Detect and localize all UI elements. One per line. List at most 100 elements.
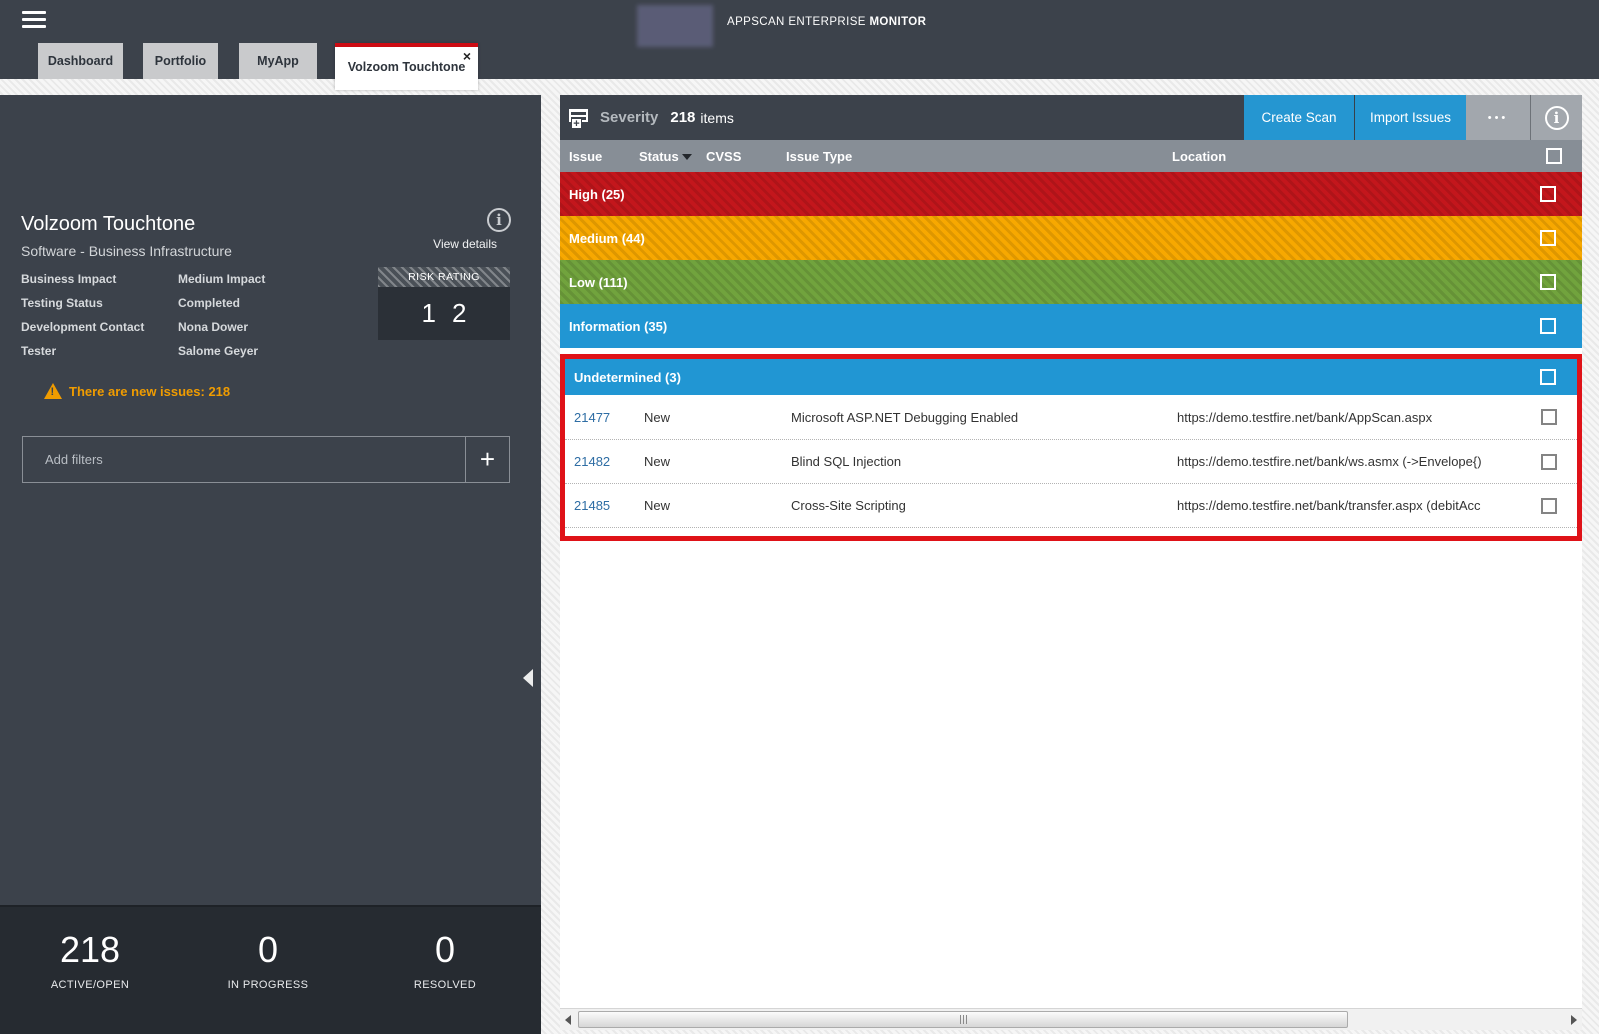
tab-myapp[interactable]: MyApp (239, 43, 317, 79)
field-value: Completed (178, 296, 240, 310)
group-checkbox[interactable] (1540, 274, 1556, 290)
issue-type: Microsoft ASP.NET Debugging Enabled (791, 410, 1177, 425)
row-checkbox[interactable] (1541, 454, 1557, 470)
tab-label: Volzoom Touchtone (348, 60, 466, 74)
risk-rating-value: 2 (452, 298, 466, 329)
application-detail-panel: Volzoom Touchtone Software - Business In… (0, 95, 541, 1034)
app-title-normal: APPSCAN ENTERPRISE (727, 16, 866, 28)
app-logo (637, 5, 713, 47)
row-checkbox[interactable] (1541, 498, 1557, 514)
issues-panel-header: + Severity 218 items Create Scan Import … (560, 95, 1582, 140)
tab-volzoom-touchtone[interactable]: Volzoom Touchtone × (335, 43, 478, 90)
field-value: Medium Impact (178, 272, 265, 286)
warning-text: There are new issues: 218 (69, 384, 230, 399)
selected-group-undetermined: Undetermined (3) 21477 New Microsoft ASP… (560, 354, 1582, 541)
issue-location: https://demo.testfire.net/bank/transfer.… (1177, 498, 1521, 513)
field-value: Salome Geyer (178, 344, 258, 358)
issue-status: New (644, 410, 711, 425)
field-tester: Tester Salome Geyer (21, 344, 361, 358)
selected-group-footer (565, 527, 1577, 536)
field-label: Tester (21, 344, 178, 358)
issue-row[interactable]: 21485 New Cross-Site Scripting https://d… (565, 483, 1577, 527)
issue-row[interactable]: 21482 New Blind SQL Injection https://de… (565, 439, 1577, 483)
items-count: 218 (670, 109, 695, 126)
issue-row[interactable]: 21477 New Microsoft ASP.NET Debugging En… (565, 395, 1577, 439)
application-title: Volzoom Touchtone (21, 213, 195, 236)
severity-group-label: Low (111) (569, 275, 628, 290)
field-business-impact: Business Impact Medium Impact (21, 272, 361, 286)
create-scan-button[interactable]: Create Scan (1244, 95, 1354, 140)
column-status[interactable]: Status (639, 149, 706, 164)
group-by-icon[interactable]: + (569, 108, 589, 128)
column-cvss[interactable]: CVSS (706, 149, 786, 164)
row-checkbox[interactable] (1541, 409, 1557, 425)
tab-dashboard[interactable]: Dashboard (38, 43, 123, 79)
risk-rating-label: RISK RATING (378, 267, 510, 287)
plus-icon: + (480, 444, 495, 475)
overflow-menu-button[interactable]: ••• (1466, 95, 1530, 140)
group-by-title[interactable]: Severity (600, 109, 658, 126)
group-checkbox[interactable] (1540, 318, 1556, 334)
group-checkbox[interactable] (1540, 369, 1556, 385)
app-title-bold: MONITOR (869, 16, 926, 28)
issue-id-link[interactable]: 21482 (574, 454, 644, 469)
collapse-panel-arrow-icon[interactable] (523, 669, 533, 687)
field-label: Testing Status (21, 296, 178, 310)
view-details-link[interactable]: View details (433, 237, 497, 251)
application-subtitle: Software - Business Infrastructure (21, 243, 232, 259)
severity-group-undetermined[interactable]: Undetermined (3) (565, 359, 1577, 395)
sort-descending-icon (682, 154, 692, 160)
severity-group-high[interactable]: High (25) (560, 172, 1582, 216)
scroll-right-arrow[interactable] (1566, 1009, 1582, 1031)
column-issue[interactable]: Issue (569, 149, 639, 164)
tab-close-button[interactable]: × (463, 49, 471, 63)
severity-group-label: Information (35) (569, 319, 667, 334)
group-checkbox[interactable] (1540, 230, 1556, 246)
severity-group-label: High (25) (569, 187, 625, 202)
column-location[interactable]: Location (1172, 149, 1526, 164)
issue-type: Blind SQL Injection (791, 454, 1177, 469)
issue-location: https://demo.testfire.net/bank/AppScan.a… (1177, 410, 1521, 425)
app-title: APPSCAN ENTERPRISE MONITOR (727, 16, 926, 28)
filter-box: + (22, 436, 510, 483)
horizontal-scrollbar[interactable] (560, 1008, 1582, 1030)
stat-value: 0 (178, 929, 358, 971)
add-filter-button[interactable]: + (465, 437, 509, 482)
severity-group-low[interactable]: Low (111) (560, 260, 1582, 304)
field-label: Development Contact (21, 320, 178, 334)
items-count-suffix: items (700, 110, 733, 126)
scroll-left-arrow[interactable] (560, 1009, 576, 1031)
severity-group-label: Medium (44) (569, 231, 645, 246)
severity-group-medium[interactable]: Medium (44) (560, 216, 1582, 260)
group-checkbox[interactable] (1540, 186, 1556, 202)
issue-id-link[interactable]: 21485 (574, 498, 644, 513)
scrollbar-thumb[interactable] (578, 1011, 1348, 1028)
issue-status: New (644, 454, 711, 469)
stat-value: 0 (355, 929, 535, 971)
select-all-checkbox[interactable] (1546, 148, 1562, 164)
panel-info-button[interactable]: i (1530, 95, 1582, 140)
issue-id-link[interactable]: 21477 (574, 410, 644, 425)
field-development-contact: Development Contact Nona Dower (21, 320, 361, 334)
info-icon[interactable]: i (487, 208, 511, 232)
field-value: Nona Dower (178, 320, 248, 334)
risk-rating-values: 1 2 (378, 287, 510, 340)
import-issues-button[interactable]: Import Issues (1354, 95, 1466, 140)
risk-rating-widget: RISK RATING 1 2 (378, 267, 510, 340)
issues-panel: + Severity 218 items Create Scan Import … (560, 95, 1582, 1030)
stat-resolved: 0 RESOLVED (355, 929, 535, 991)
table-column-header: Issue Status CVSS Issue Type Location (560, 140, 1582, 172)
add-filters-input[interactable] (23, 437, 465, 482)
stat-active-open: 218 ACTIVE/OPEN (0, 929, 180, 991)
issue-stats-bar: 218 ACTIVE/OPEN 0 IN PROGRESS 0 RESOLVED (0, 905, 541, 1034)
stat-value: 218 (0, 929, 180, 971)
field-testing-status: Testing Status Completed (21, 296, 361, 310)
tab-portfolio[interactable]: Portfolio (143, 43, 218, 79)
issue-type: Cross-Site Scripting (791, 498, 1177, 513)
issue-location: https://demo.testfire.net/bank/ws.asmx (… (1177, 454, 1521, 469)
warning-icon (44, 383, 62, 399)
hamburger-menu-icon[interactable] (22, 11, 46, 29)
severity-group-information[interactable]: Information (35) (560, 304, 1582, 348)
column-issue-type[interactable]: Issue Type (786, 149, 1172, 164)
application-fields: Business Impact Medium Impact Testing St… (21, 272, 361, 368)
